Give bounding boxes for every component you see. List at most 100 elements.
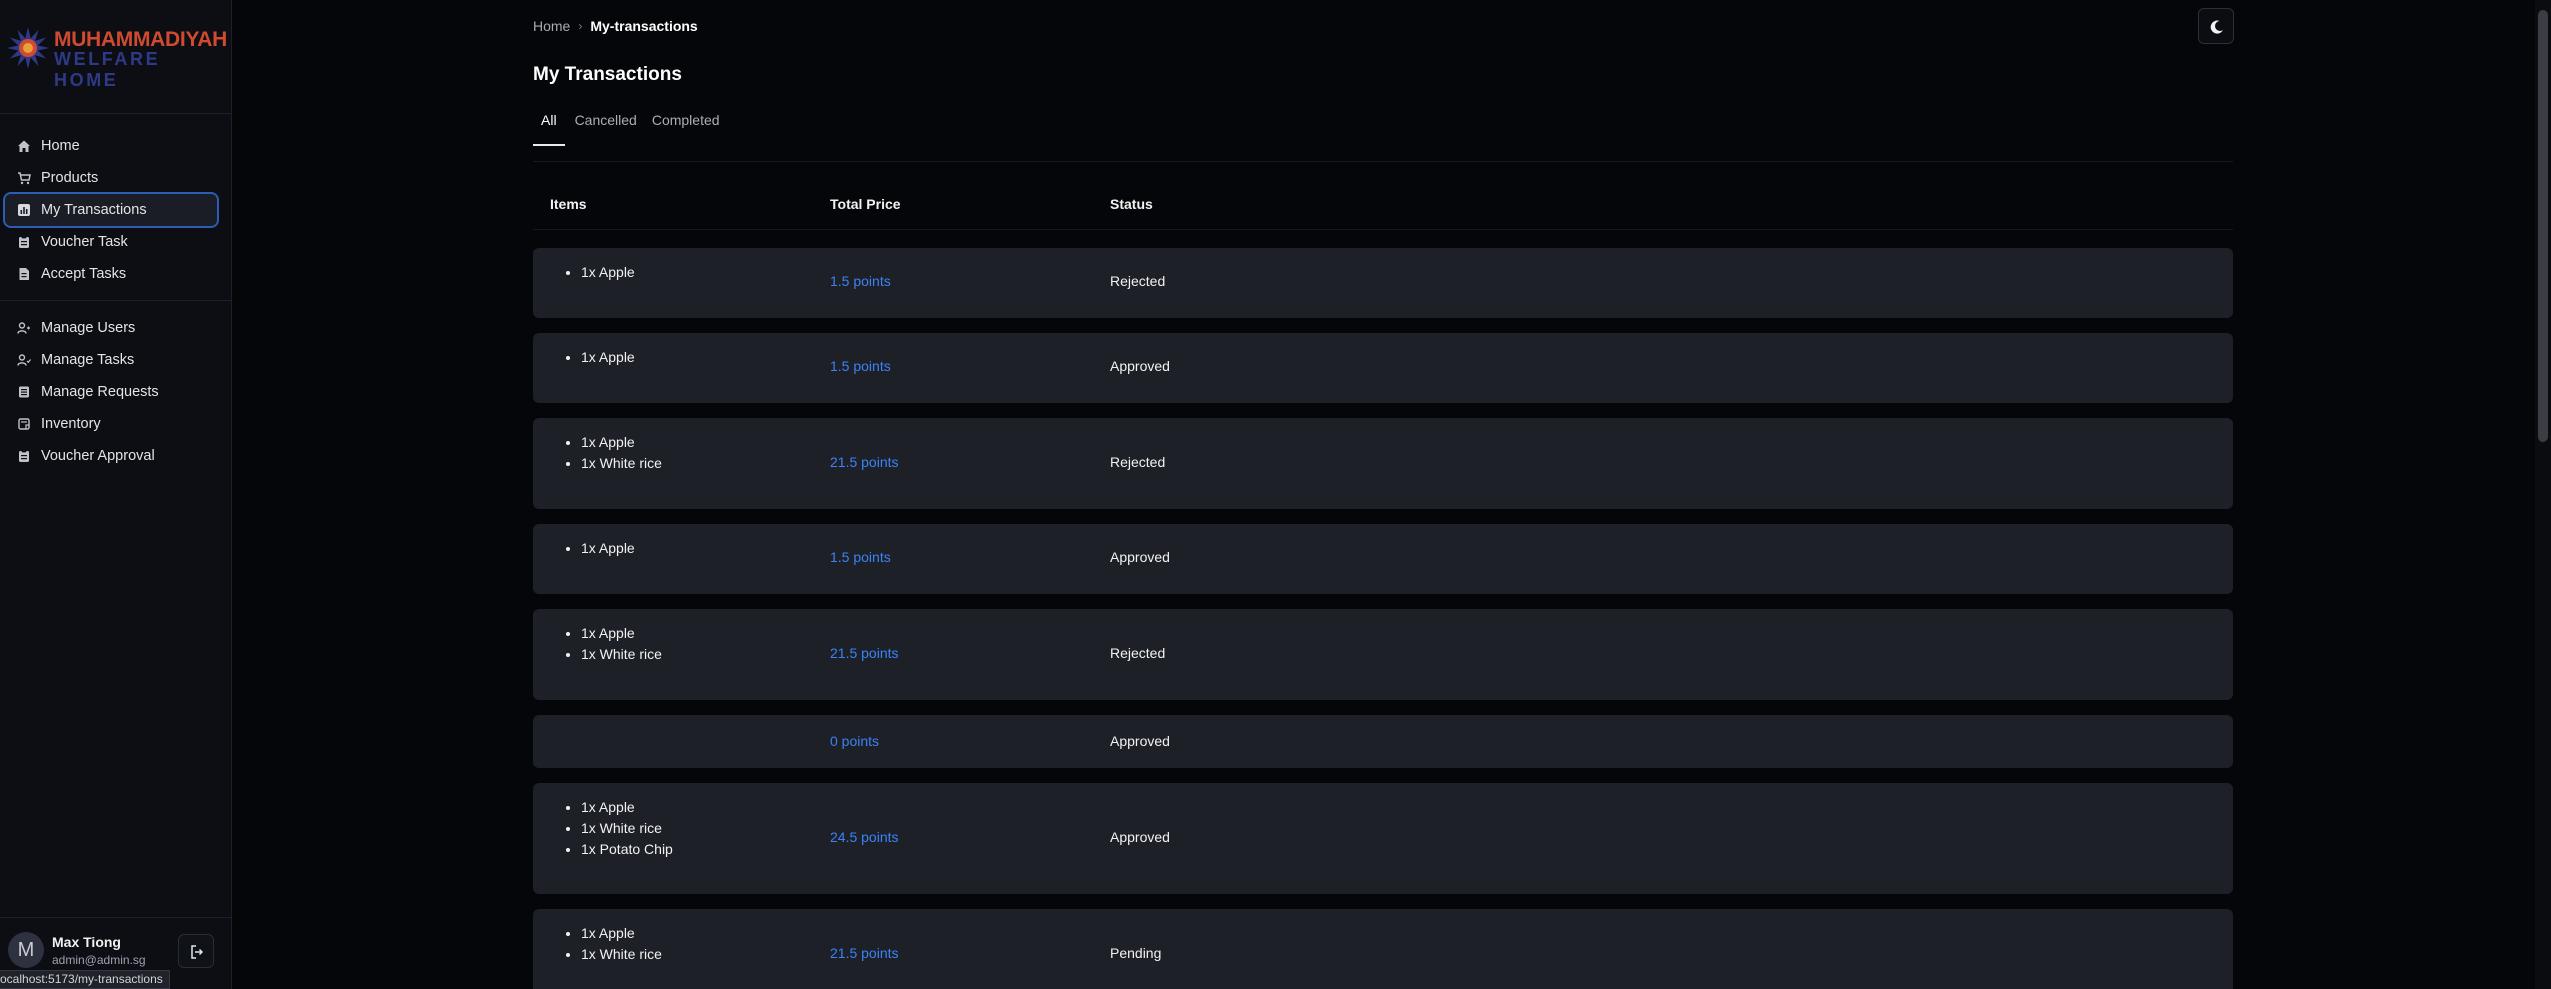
table-row[interactable]: 1x Apple 1x White rice 21.5 points Rejec… <box>533 609 2233 700</box>
row-total-price[interactable]: 1.5 points <box>830 358 891 374</box>
breadcrumb-home[interactable]: Home <box>533 18 570 34</box>
row-items: 1x Apple 1x White rice <box>581 432 662 474</box>
row-status: Approved <box>1110 829 1170 845</box>
tab-completed[interactable]: Completed <box>652 110 720 146</box>
sidebar: MUHAMMADIYAH WELFARE HOME Home Products … <box>0 0 232 989</box>
sidebar-item-accept-tasks[interactable]: Accept Tasks <box>5 258 217 290</box>
user-name: Max Tiong <box>52 934 121 950</box>
sidebar-item-label: Home <box>41 138 80 154</box>
clipboard-icon <box>19 450 29 462</box>
file-icon <box>19 268 29 280</box>
row-status: Approved <box>1110 358 1170 374</box>
home-icon <box>18 140 30 152</box>
sidebar-item-inventory[interactable]: Inventory <box>5 408 217 440</box>
row-item: 1x Apple <box>581 923 662 944</box>
row-total-price[interactable]: 24.5 points <box>830 829 899 845</box>
row-item: 1x Apple <box>581 538 635 559</box>
sidebar-item-label: Products <box>41 170 99 186</box>
row-item: 1x White rice <box>581 644 662 665</box>
row-item: 1x White rice <box>581 453 662 474</box>
row-total-price[interactable]: 21.5 points <box>830 454 899 470</box>
table-row[interactable]: 1x Apple 1x White rice 1x Potato Chip 24… <box>533 783 2233 894</box>
sidebar-item-products[interactable]: Products <box>5 162 217 194</box>
sidebar-item-my-transactions[interactable]: My Transactions <box>5 194 217 226</box>
brand-logo[interactable]: MUHAMMADIYAH WELFARE HOME <box>6 24 228 90</box>
avatar[interactable]: M <box>8 932 44 968</box>
row-status: Rejected <box>1110 645 1166 661</box>
moon-icon <box>2210 20 2223 34</box>
row-item: 1x Apple <box>581 623 662 644</box>
transaction-tabs: All Cancelled Completed <box>533 110 735 146</box>
list-icon <box>19 386 29 398</box>
page-title: My Transactions <box>533 64 682 85</box>
row-status: Approved <box>1110 733 1170 749</box>
table-header: Items Total Price Status <box>533 188 2233 230</box>
row-status: Pending <box>1110 945 1162 961</box>
row-total-price[interactable]: 1.5 points <box>830 273 891 289</box>
sidebar-item-label: Manage Requests <box>41 384 159 400</box>
row-items: 1x Apple 1x White rice <box>581 623 662 665</box>
chart-icon <box>18 204 30 216</box>
row-items: 1x Apple <box>581 538 635 559</box>
sidebar-item-manage-tasks[interactable]: Manage Tasks <box>5 344 217 376</box>
cart-icon <box>18 172 31 185</box>
sidebar-item-label: Voucher Task <box>41 234 128 250</box>
column-header-total-price: Total Price <box>830 196 901 212</box>
row-status: Rejected <box>1110 273 1166 289</box>
app-root: MUHAMMADIYAH WELFARE HOME Home Products … <box>0 0 2551 989</box>
table-row[interactable]: 1x Apple 1x White rice 21.5 points Rejec… <box>533 418 2233 509</box>
table-row[interactable]: 1x Apple 1.5 points Approved <box>533 524 2233 594</box>
sidebar-item-manage-users[interactable]: Manage Users <box>5 312 217 344</box>
table-row[interactable]: 0 points Approved <box>533 715 2233 768</box>
sidebar-item-voucher-task[interactable]: Voucher Task <box>5 226 217 258</box>
column-header-status: Status <box>1110 196 1153 212</box>
row-total-price[interactable]: 21.5 points <box>830 645 899 661</box>
status-bar-url: ocalhost:5173/my-transactions <box>0 970 170 989</box>
primary-nav: Home Products My Transactions Voucher Ta… <box>5 130 217 290</box>
sidebar-item-label: Manage Tasks <box>41 352 135 368</box>
user-email: admin@admin.sg <box>52 953 146 967</box>
sidebar-divider <box>0 917 231 918</box>
brand-subtitle: WELFARE HOME <box>54 49 161 90</box>
row-item: 1x White rice <box>581 818 673 839</box>
row-items: 1x Apple <box>581 347 635 368</box>
sidebar-divider <box>0 113 231 114</box>
row-item: 1x Potato Chip <box>581 839 673 860</box>
sidebar-item-label: Accept Tasks <box>41 266 127 282</box>
table-row[interactable]: 1x Apple 1.5 points Rejected <box>533 248 2233 318</box>
chevron-right-icon: › <box>578 19 583 33</box>
logo-emblem-icon <box>7 27 49 69</box>
clipboard-icon <box>19 236 29 248</box>
sidebar-item-manage-requests[interactable]: Manage Requests <box>5 376 217 408</box>
row-items: 1x Apple 1x White rice 1x Potato Chip <box>581 797 673 860</box>
row-item: 1x Apple <box>581 432 662 453</box>
row-item: 1x Apple <box>581 797 673 818</box>
theme-toggle-button[interactable] <box>2198 8 2234 44</box>
sidebar-item-voucher-approval[interactable]: Voucher Approval <box>5 440 217 472</box>
admin-nav: Manage Users Manage Tasks Manage Request… <box>5 312 217 472</box>
table-row[interactable]: 1x Apple 1x White rice 21.5 points Pendi… <box>533 909 2233 989</box>
table-row[interactable]: 1x Apple 1.5 points Approved <box>533 333 2233 403</box>
sidebar-divider <box>0 300 231 301</box>
users-icon <box>17 354 31 366</box>
row-item: 1x White rice <box>581 944 662 965</box>
users-icon <box>17 322 30 334</box>
row-status: Rejected <box>1110 454 1166 470</box>
row-items: 1x Apple <box>581 262 635 283</box>
row-items: 1x Apple 1x White rice <box>581 923 662 965</box>
breadcrumb: Home › My-transactions <box>533 18 698 34</box>
logout-button[interactable] <box>178 934 214 968</box>
row-status: Approved <box>1110 549 1170 565</box>
row-total-price[interactable]: 1.5 points <box>830 549 891 565</box>
sidebar-item-home[interactable]: Home <box>5 130 217 162</box>
tabs-divider <box>533 161 2233 162</box>
breadcrumb-current: My-transactions <box>590 18 698 34</box>
row-total-price[interactable]: 21.5 points <box>830 945 899 961</box>
scrollbar-thumb[interactable] <box>2538 10 2548 442</box>
row-item: 1x Apple <box>581 262 635 283</box>
tab-cancelled[interactable]: Cancelled <box>575 110 637 146</box>
sidebar-item-label: Voucher Approval <box>41 448 155 464</box>
row-total-price[interactable]: 0 points <box>830 733 879 749</box>
tab-all[interactable]: All <box>533 110 565 146</box>
column-header-items: Items <box>550 196 587 212</box>
